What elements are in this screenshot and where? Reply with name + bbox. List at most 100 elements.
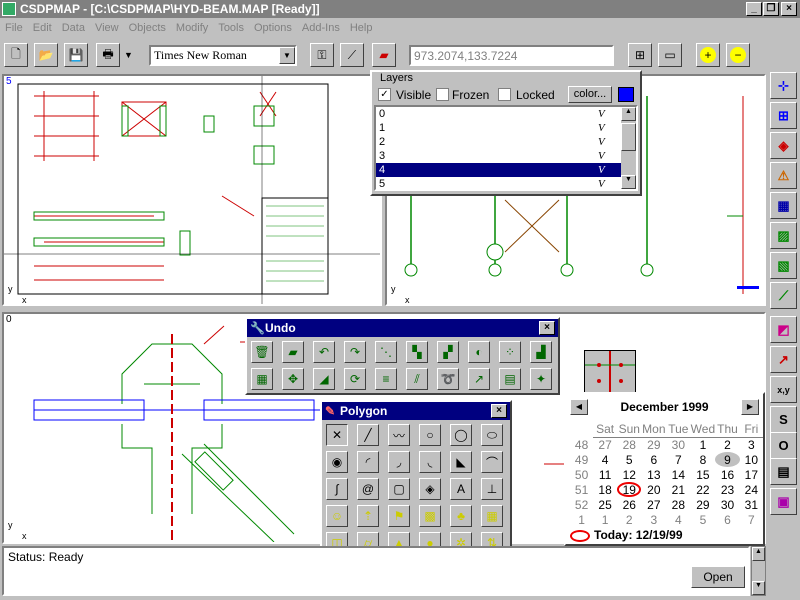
calendar-day[interactable]: 26 bbox=[617, 497, 641, 512]
undo-tool-group-button[interactable]: ▦ bbox=[251, 368, 273, 390]
undo-tool-copy-button[interactable]: ▞ bbox=[437, 341, 459, 363]
calendar-day[interactable]: 28 bbox=[666, 497, 690, 512]
calendar-day[interactable]: 29 bbox=[690, 497, 715, 512]
open-button[interactable]: Open bbox=[691, 566, 745, 588]
calendar-day[interactable]: 15 bbox=[690, 467, 715, 482]
calendar-day[interactable]: 13 bbox=[641, 467, 666, 482]
menu-add-ins[interactable]: Add-Ins bbox=[302, 22, 340, 34]
warning-tool-button[interactable]: ⚠ bbox=[770, 162, 797, 189]
font-select[interactable]: Times New Roman ▼ bbox=[149, 45, 297, 66]
layers-list[interactable]: 0V1V2V3V4V5V ▲ ▼ bbox=[374, 105, 638, 191]
calendar-day[interactable]: 6 bbox=[715, 512, 739, 527]
scroll-thumb[interactable] bbox=[621, 123, 636, 151]
measure-tool-button[interactable]: ⟋ bbox=[770, 282, 797, 309]
minimize-button[interactable]: _ bbox=[746, 2, 762, 16]
calendar-day[interactable]: 17 bbox=[740, 467, 763, 482]
print-dropdown-arrow[interactable]: ▼ bbox=[124, 50, 133, 60]
xy-tool-button[interactable]: x,y bbox=[770, 376, 797, 403]
calendar-day[interactable]: 4 bbox=[593, 452, 617, 467]
restore-button[interactable]: ❐ bbox=[763, 2, 779, 16]
polygon-tool-flag-button[interactable]: ⚑ bbox=[388, 505, 410, 527]
polygon-tool-grid-symbol-button[interactable]: ▦ bbox=[481, 505, 503, 527]
undo-tool-snap-grid-button[interactable]: ⋱ bbox=[375, 341, 397, 363]
undo-palette-close-button[interactable]: × bbox=[539, 321, 555, 335]
s-button[interactable]: S bbox=[770, 406, 797, 433]
calendar-day[interactable]: 9 bbox=[715, 452, 740, 467]
calendar-day[interactable]: 5 bbox=[690, 512, 715, 527]
undo-tool-ramp-button[interactable]: ◢ bbox=[313, 368, 335, 390]
calendar-day[interactable]: 27 bbox=[593, 437, 617, 452]
polygon-tool-spline-button[interactable]: ∫ bbox=[326, 478, 348, 500]
menu-file[interactable]: File bbox=[5, 22, 23, 34]
status-scroll-up-icon[interactable]: ▲ bbox=[752, 547, 765, 561]
undo-tool-mirror-button[interactable]: ◐ bbox=[468, 341, 490, 363]
calendar-day[interactable]: 1 bbox=[690, 437, 715, 452]
color-map-button[interactable]: ◩ bbox=[770, 316, 797, 343]
rotate-tool-button[interactable]: ◈ bbox=[770, 132, 797, 159]
polygon-tool-ellipse-button[interactable]: ⬭ bbox=[481, 424, 503, 446]
calendar-day[interactable]: 29 bbox=[641, 437, 666, 452]
calendar-day[interactable]: 14 bbox=[666, 467, 690, 482]
calendar-day[interactable]: 24 bbox=[740, 482, 763, 497]
calendar-day[interactable]: 27 bbox=[641, 497, 666, 512]
polygon-tool-dimension-button[interactable]: ⊥ bbox=[481, 478, 503, 500]
single-view-button[interactable]: ▭ bbox=[658, 43, 682, 67]
close-button[interactable]: × bbox=[781, 2, 797, 16]
polygon-tool-smiley-button[interactable]: ☺ bbox=[326, 505, 348, 527]
status-scroll-down-icon[interactable]: ▼ bbox=[752, 581, 765, 595]
zoom-in-button[interactable]: + bbox=[696, 43, 720, 67]
layers-button[interactable]: ▰ bbox=[372, 43, 396, 67]
calendar-day[interactable]: 25 bbox=[593, 497, 617, 512]
calendar-day[interactable]: 30 bbox=[666, 437, 690, 452]
polygon-tool-arc-button[interactable]: ◜ bbox=[357, 451, 379, 473]
calendar-day[interactable]: 20 bbox=[641, 482, 666, 497]
menu-help[interactable]: Help bbox=[350, 22, 373, 34]
calendar-day[interactable]: 1 bbox=[593, 512, 617, 527]
status-scrollbar[interactable]: ▲ ▼ bbox=[751, 546, 766, 596]
calendar-day[interactable]: 31 bbox=[740, 497, 763, 512]
layer-row[interactable]: 5V bbox=[376, 177, 621, 191]
calendar-day[interactable]: 21 bbox=[666, 482, 690, 497]
undo-tool-undo-button[interactable]: ↶ bbox=[313, 341, 335, 363]
layer-color-swatch[interactable] bbox=[618, 87, 634, 102]
menu-tools[interactable]: Tools bbox=[218, 22, 244, 34]
polygon-tool-sector-button[interactable]: ◟ bbox=[419, 451, 441, 473]
calendar-day[interactable]: 18 bbox=[593, 482, 617, 497]
layer-row[interactable]: 4V bbox=[376, 163, 621, 177]
undo-tool-redo-button[interactable]: ↷ bbox=[344, 341, 366, 363]
next-month-button[interactable]: ▶ bbox=[741, 399, 759, 415]
undo-tool-list-button[interactable]: ▤ bbox=[499, 368, 521, 390]
app-icon[interactable] bbox=[2, 2, 16, 16]
undo-palette-titlebar[interactable]: 🔧 Undo × bbox=[247, 319, 558, 337]
undo-tool-center-button[interactable]: ✥ bbox=[282, 368, 304, 390]
polygon-tool-text-button[interactable]: A bbox=[450, 478, 472, 500]
polygon-tool-block-button[interactable]: ▩ bbox=[419, 505, 441, 527]
calendar-day[interactable]: 16 bbox=[715, 467, 739, 482]
polygon-tool-rounded-rect-button[interactable]: ▢ bbox=[388, 478, 410, 500]
calendar-day[interactable]: 19 bbox=[617, 482, 642, 497]
snap-tool-button[interactable]: ⊹ bbox=[770, 72, 797, 99]
calendar-day[interactable]: 6 bbox=[641, 452, 666, 467]
drawing-view-top-left[interactable]: 5 y x bbox=[2, 74, 382, 306]
calendar-day[interactable]: 2 bbox=[715, 437, 739, 452]
locked-checkbox[interactable] bbox=[498, 88, 511, 101]
zoom-out-button[interactable]: − bbox=[726, 43, 750, 67]
undo-tool-stack-button[interactable]: ▟ bbox=[530, 341, 552, 363]
calendar-day[interactable]: 12 bbox=[617, 467, 641, 482]
layer-row[interactable]: 0V bbox=[376, 107, 621, 121]
calendar-day[interactable]: 3 bbox=[641, 512, 666, 527]
pattern-tool-button[interactable]: ▦ bbox=[770, 192, 797, 219]
calendar-day[interactable]: 8 bbox=[690, 452, 715, 467]
today-label[interactable]: Today: 12/19/99 bbox=[594, 528, 683, 542]
scroll-down-icon[interactable]: ▼ bbox=[621, 175, 636, 189]
polygon-palette-close-button[interactable]: × bbox=[491, 404, 507, 418]
calendar-day[interactable]: 7 bbox=[740, 512, 763, 527]
polygon-tool-north-arrow-button[interactable]: ⇡ bbox=[357, 505, 379, 527]
calendar-day[interactable]: 2 bbox=[617, 512, 641, 527]
layer-row[interactable]: 3V bbox=[376, 149, 621, 163]
undo-tool-map-button[interactable]: ✦ bbox=[530, 368, 552, 390]
chevron-down-icon[interactable]: ▼ bbox=[279, 47, 295, 64]
key-button[interactable]: ⚿ bbox=[310, 43, 334, 67]
calendar-day[interactable]: 30 bbox=[715, 497, 739, 512]
polygon-tool-wedge-button[interactable]: ◞ bbox=[388, 451, 410, 473]
